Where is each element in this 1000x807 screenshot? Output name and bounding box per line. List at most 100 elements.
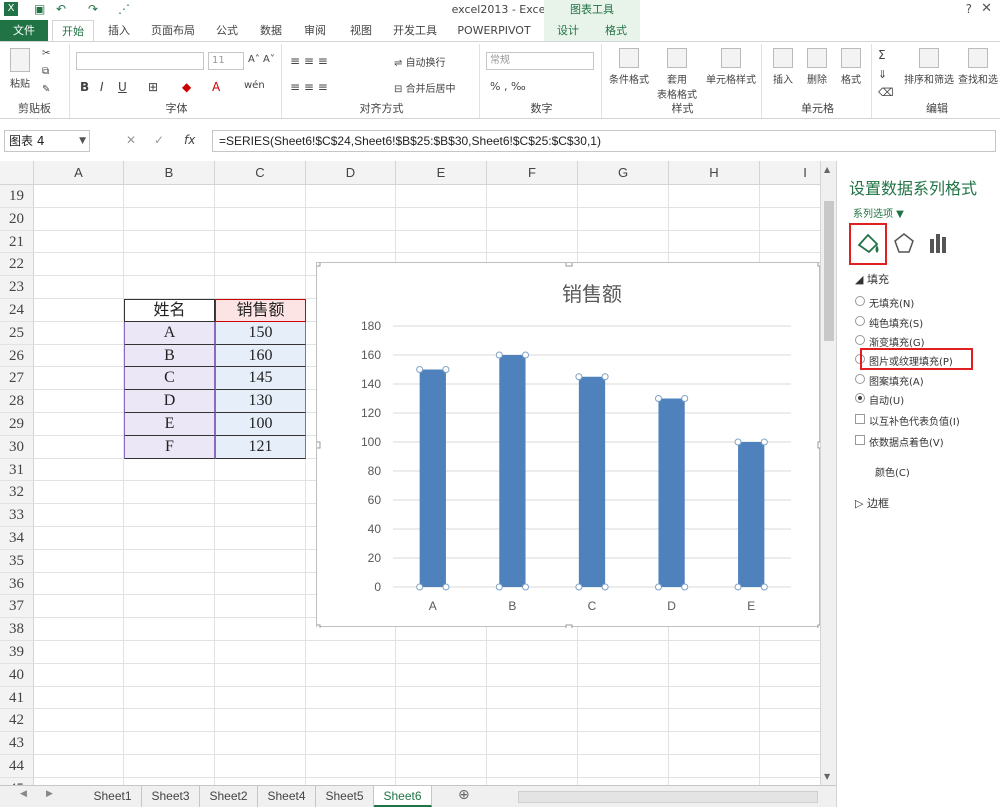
row-header[interactable]: 22: [0, 253, 34, 277]
sheet-tab-sheet6[interactable]: Sheet6: [374, 786, 432, 807]
row-header[interactable]: 32: [0, 481, 34, 505]
column-header-f[interactable]: F: [487, 161, 578, 185]
name-cell[interactable]: D: [124, 390, 215, 413]
column-header-h[interactable]: H: [669, 161, 760, 185]
copy-icon[interactable]: ⧉: [42, 66, 49, 77]
row-header[interactable]: 23: [0, 276, 34, 299]
sales-cell[interactable]: 145: [215, 367, 306, 391]
row-header[interactable]: 36: [0, 572, 34, 596]
radio-checked-icon[interactable]: [855, 393, 865, 403]
checkbox-icon[interactable]: [855, 435, 865, 445]
series-options-dropdown[interactable]: 系列选项 ▼: [853, 205, 904, 220]
tab-format[interactable]: 格式: [592, 20, 640, 41]
add-sheet-icon[interactable]: ⊕: [458, 787, 470, 803]
radio-icon[interactable]: [855, 335, 865, 345]
left-align-icon[interactable]: ≡ ≡ ≡: [290, 80, 328, 94]
radio-icon[interactable]: [855, 374, 865, 384]
name-cell[interactable]: F: [124, 435, 215, 459]
sales-cell[interactable]: 130: [215, 390, 306, 413]
row-header[interactable]: 38: [0, 618, 34, 641]
row-header[interactable]: 39: [0, 641, 34, 664]
row-header[interactable]: 34: [0, 527, 34, 550]
horizontal-scrollbar[interactable]: [518, 791, 818, 803]
chart-bar[interactable]: [499, 355, 526, 587]
row-header[interactable]: 35: [0, 549, 34, 573]
borders-icon[interactable]: ⊞: [148, 80, 158, 94]
select-all-corner[interactable]: [0, 161, 34, 185]
vertical-scrollbar[interactable]: ▲ ▼: [820, 161, 836, 785]
row-header[interactable]: 31: [0, 458, 34, 482]
column-header-g[interactable]: G: [578, 161, 669, 185]
insert-function-icon[interactable]: fx: [184, 133, 195, 147]
name-box[interactable]: 图表 4 ▼: [4, 130, 90, 152]
autosum-icon[interactable]: Σ: [878, 48, 886, 62]
formula-input[interactable]: =SERIES(Sheet6!$C$24,Sheet6!$B$25:$B$30,…: [212, 130, 996, 152]
close-icon[interactable]: ✕: [981, 1, 992, 16]
sheet-tab-sheet4[interactable]: Sheet4: [258, 786, 316, 807]
row-header[interactable]: 29: [0, 413, 34, 436]
currency-icon[interactable]: % , ‰: [490, 80, 526, 93]
header-cell-name[interactable]: 姓名: [124, 299, 215, 322]
effects-icon[interactable]: [887, 225, 921, 261]
sales-cell[interactable]: 150: [215, 321, 306, 345]
row-header[interactable]: 26: [0, 344, 34, 368]
option-gradient-fill[interactable]: 渐变填充(G): [855, 334, 925, 349]
chart-bar[interactable]: [578, 376, 606, 587]
radio-icon[interactable]: [855, 296, 865, 306]
color-label[interactable]: 颜色(C): [875, 464, 910, 479]
tab-powerpivot[interactable]: POWERPIVOT: [452, 20, 536, 41]
check-invert-negative[interactable]: 以互补色代表负值(I): [855, 413, 960, 428]
tab-developer[interactable]: 开发工具: [388, 20, 442, 41]
tab-formulas[interactable]: 公式: [210, 20, 244, 41]
column-header-c[interactable]: C: [215, 161, 306, 185]
conditional-format-button[interactable]: 条件格式: [606, 48, 652, 86]
sort-filter-button[interactable]: 排序和筛选: [904, 48, 954, 86]
phonetic-icon[interactable]: wén: [244, 80, 265, 91]
insert-cells-button[interactable]: 插入: [768, 48, 798, 86]
format-painter-icon[interactable]: ✎: [42, 84, 50, 95]
column-header-i[interactable]: I: [760, 161, 820, 185]
row-header[interactable]: 30: [0, 435, 34, 459]
top-align-icon[interactable]: ≡ ≡ ≡: [290, 54, 328, 68]
bold-button[interactable]: B: [80, 80, 89, 94]
tab-file[interactable]: 文件: [0, 20, 48, 41]
check-vary-colors[interactable]: 依数据点着色(V): [855, 434, 944, 449]
tab-data[interactable]: 数据: [254, 20, 288, 41]
row-header[interactable]: 27: [0, 367, 34, 391]
enter-icon[interactable]: ✓: [154, 133, 164, 147]
option-solid-fill[interactable]: 纯色填充(S): [855, 315, 923, 330]
grow-font-icon[interactable]: A˄ A˅: [248, 54, 275, 65]
row-header[interactable]: 25: [0, 321, 34, 345]
name-cell[interactable]: A: [124, 321, 215, 345]
next-sheet-icon[interactable]: ▶: [46, 789, 53, 799]
name-cell[interactable]: B: [124, 344, 215, 368]
clear-icon[interactable]: ⌫: [878, 86, 894, 99]
column-header-d[interactable]: D: [306, 161, 396, 185]
row-header[interactable]: 42: [0, 709, 34, 733]
italic-button[interactable]: I: [100, 80, 104, 94]
row-header[interactable]: 44: [0, 755, 34, 778]
header-cell-sales[interactable]: 销售额: [215, 299, 306, 322]
fill-icon[interactable]: ⇓: [878, 68, 887, 81]
sales-cell[interactable]: 121: [215, 435, 306, 459]
tab-design[interactable]: 设计: [544, 20, 592, 41]
column-header-e[interactable]: E: [396, 161, 487, 185]
radio-icon[interactable]: [855, 316, 865, 326]
sheet-tab-sheet3[interactable]: Sheet3: [142, 786, 200, 807]
fill-section-header[interactable]: ◢ 填充: [855, 271, 889, 287]
row-header[interactable]: 37: [0, 595, 34, 619]
format-table-button[interactable]: 套用 表格格式: [654, 48, 700, 101]
row-header[interactable]: 21: [0, 230, 34, 254]
sheet-tab-sheet1[interactable]: Sheet1: [84, 786, 142, 807]
chevron-down-icon[interactable]: ▼: [79, 131, 86, 151]
number-format-dropdown[interactable]: 常规: [486, 52, 594, 70]
column-header-b[interactable]: B: [124, 161, 215, 185]
paste-button[interactable]: 粘贴: [6, 48, 34, 90]
series-options-icon[interactable]: [921, 225, 955, 261]
column-header-a[interactable]: A: [34, 161, 124, 185]
row-header[interactable]: 20: [0, 207, 34, 231]
chart-bar[interactable]: [738, 442, 765, 587]
font-name-dropdown[interactable]: [76, 52, 204, 70]
sales-cell[interactable]: 100: [215, 413, 306, 436]
prev-sheet-icon[interactable]: ◀: [20, 789, 27, 799]
